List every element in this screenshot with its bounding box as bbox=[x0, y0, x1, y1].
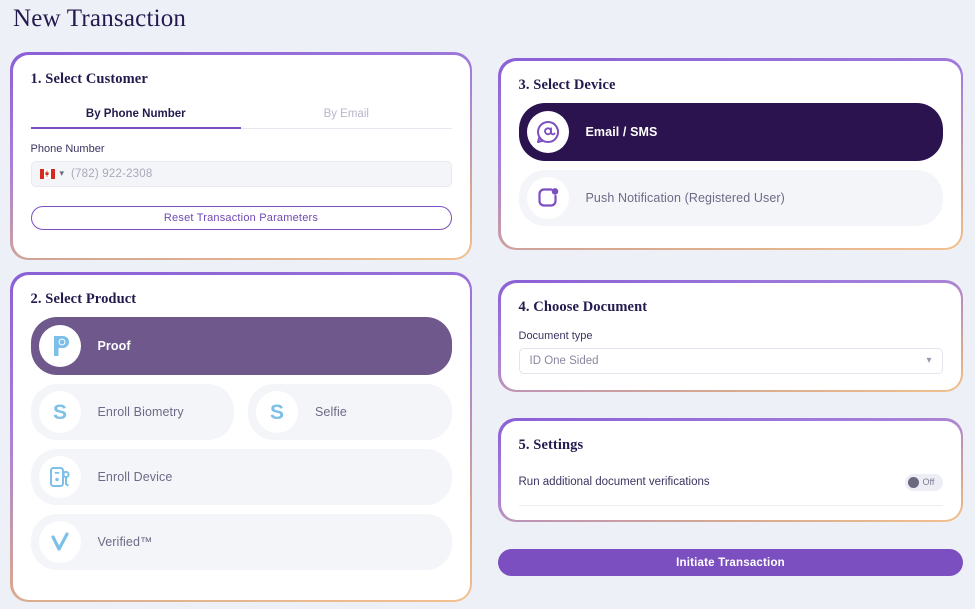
tab-by-phone-number[interactable]: By Phone Number bbox=[30, 108, 241, 129]
product-item-selfie[interactable]: S Selfie bbox=[248, 383, 452, 440]
toggle-knob bbox=[907, 476, 919, 488]
settings-label-additional-verifications: Run additional document verifications bbox=[518, 476, 710, 488]
card-title-settings: 5. Settings bbox=[518, 436, 584, 453]
product-label-selfie: Selfie bbox=[315, 404, 347, 419]
phone-number-input[interactable]: ▾ (782) 922-2308 bbox=[30, 160, 452, 187]
product-item-enroll-biometry[interactable]: S Enroll Biometry bbox=[30, 383, 234, 440]
svg-text:S: S bbox=[270, 401, 284, 424]
selfie-s-icon: S bbox=[256, 390, 298, 433]
reset-transaction-parameters-button[interactable]: Reset Transaction Parameters bbox=[30, 205, 452, 230]
settings-card: 5. Settings Run additional document veri… bbox=[498, 418, 963, 522]
device-item-push-notification[interactable]: Push Notification (Registered User) bbox=[518, 169, 943, 226]
select-customer-card: 1. Select Customer By Phone Number By Em… bbox=[10, 52, 472, 260]
additional-verifications-toggle[interactable]: Off bbox=[904, 473, 943, 491]
product-item-proof[interactable]: Proof bbox=[30, 316, 452, 375]
page-title: New Transaction bbox=[13, 5, 187, 32]
chevron-down-icon[interactable]: ▾ bbox=[926, 355, 931, 366]
proof-p-icon bbox=[38, 324, 81, 367]
product-item-verified[interactable]: Verified™ bbox=[30, 513, 452, 570]
card-title-select-product: 2. Select Product bbox=[30, 290, 137, 307]
select-device-card: 3. Select Device Email / SMS Push Notifi… bbox=[498, 58, 963, 250]
card-title-select-customer: 1. Select Customer bbox=[30, 70, 148, 87]
product-label-verified: Verified™ bbox=[97, 534, 153, 549]
phone-number-label: Phone Number bbox=[30, 142, 105, 155]
document-type-value: ID One Sided bbox=[529, 354, 599, 367]
product-label-proof: Proof bbox=[97, 338, 131, 353]
settings-row-additional-verifications: Run additional document verifications Of… bbox=[518, 473, 943, 506]
document-type-select[interactable]: ID One Sided ▾ bbox=[518, 347, 943, 374]
email-sms-icon bbox=[526, 110, 569, 153]
document-type-label: Document type bbox=[518, 329, 593, 342]
product-item-enroll-device[interactable]: Enroll Device bbox=[30, 448, 452, 505]
device-item-email-sms[interactable]: Email / SMS bbox=[518, 102, 943, 161]
card-title-choose-document: 4. Choose Document bbox=[518, 298, 648, 315]
enroll-device-icon bbox=[38, 455, 81, 498]
svg-text:S: S bbox=[52, 401, 66, 424]
initiate-transaction-button[interactable]: Initiate Transaction bbox=[498, 549, 963, 576]
biometry-s-icon: S bbox=[38, 390, 81, 433]
card-title-select-device: 3. Select Device bbox=[518, 76, 616, 93]
product-label-enroll-biometry: Enroll Biometry bbox=[97, 404, 184, 419]
tab-by-email[interactable]: By Email bbox=[241, 108, 452, 128]
device-label-email-sms: Email / SMS bbox=[585, 124, 658, 139]
customer-lookup-tabs: By Phone Number By Email bbox=[30, 108, 452, 129]
product-label-enroll-device: Enroll Device bbox=[97, 469, 173, 484]
select-product-card: 2. Select Product Proof S Enroll Biometr… bbox=[10, 272, 472, 602]
verified-check-icon bbox=[38, 520, 81, 563]
toggle-state-label: Off bbox=[922, 477, 935, 487]
chevron-down-icon[interactable]: ▾ bbox=[60, 168, 65, 179]
push-notification-icon bbox=[526, 176, 569, 219]
phone-number-placeholder: (782) 922-2308 bbox=[71, 167, 153, 180]
device-label-push-notification: Push Notification (Registered User) bbox=[585, 190, 785, 205]
choose-document-card: 4. Choose Document Document type ID One … bbox=[498, 280, 963, 392]
canada-flag-icon[interactable] bbox=[39, 168, 55, 179]
